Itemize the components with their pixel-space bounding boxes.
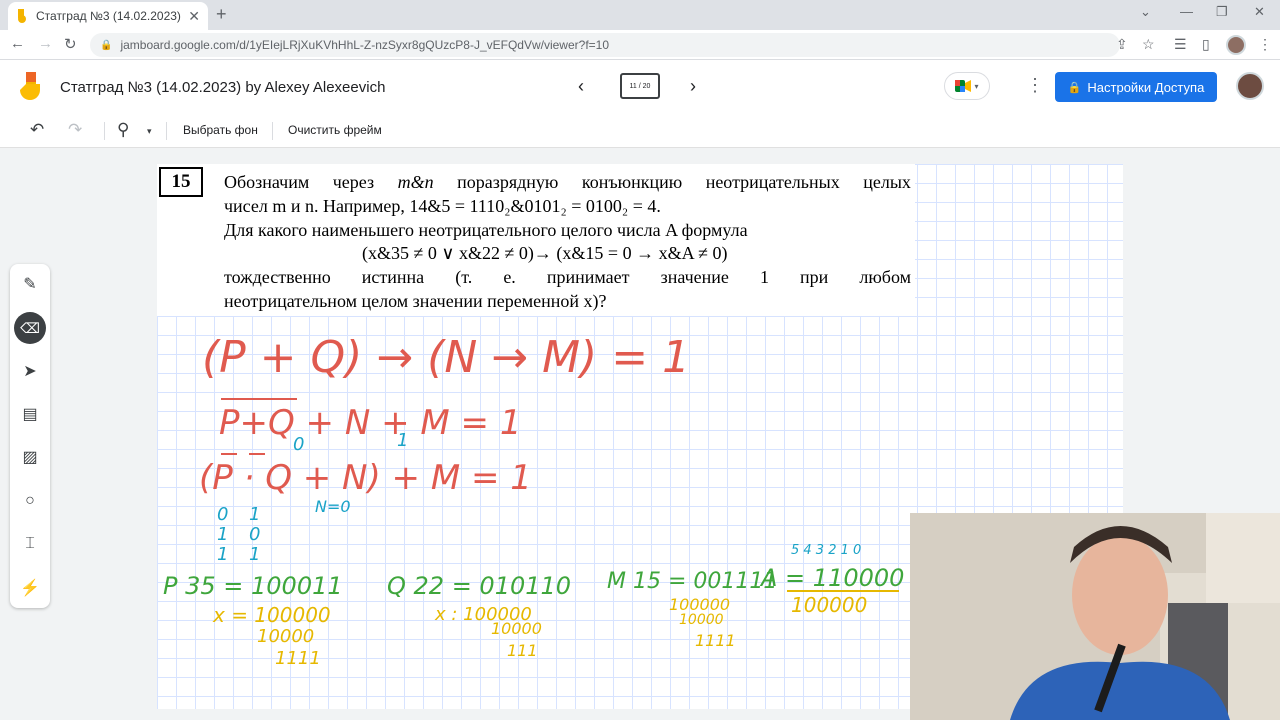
profile-avatar[interactable] [1226, 35, 1246, 55]
ink-col-q-1: 0 [249, 524, 260, 545]
jam-toolbar: ↶ ↷ ⚲ ▾ Выбрать фон Очистить фрейм [0, 114, 1280, 148]
drawing-tools-panel: ✎ ⌫ ➤ ▤ ▨ ○ ⌶ ⚡ [10, 264, 50, 608]
next-frame-icon[interactable]: › [690, 76, 696, 97]
sticky-note-icon[interactable]: ▤ [10, 396, 50, 432]
ink-n-1: 1 [397, 430, 408, 451]
browser-tab-bar: Статград №3 (14.02.2023) by Ale ✕ + ⌄ — … [0, 0, 1280, 30]
ink-m-b: 10000 [679, 612, 724, 628]
ink-col-q-2: 1 [249, 544, 260, 565]
lock-small-icon: 🔒 [1067, 81, 1082, 94]
share-access-label: Настройки Доступа [1087, 79, 1205, 95]
side-panel-icon[interactable]: ▯ [1202, 36, 1210, 53]
jamboard-logo-icon [20, 72, 40, 100]
ink-col-q-0: 1 [249, 504, 260, 525]
ink-col-p-0: 0 [217, 504, 228, 525]
meet-dropdown-icon: ▾ [974, 81, 979, 91]
tab-search-icon[interactable]: ⌄ [1140, 4, 1151, 20]
reading-list-icon[interactable]: ☰ [1174, 36, 1187, 53]
share-page-icon[interactable]: ⇪ [1116, 36, 1128, 53]
account-avatar[interactable] [1236, 72, 1264, 100]
webcam-video [910, 513, 1280, 720]
zoom-dropdown-icon[interactable]: ▾ [147, 126, 152, 137]
meet-button[interactable]: ▾ [944, 72, 990, 100]
zoom-icon[interactable]: ⚲ [117, 120, 129, 140]
toolbar-divider [272, 122, 273, 140]
prev-frame-icon[interactable]: ‹ [578, 76, 584, 97]
toolbar-divider [166, 122, 167, 140]
add-image-icon[interactable]: ▨ [10, 439, 50, 475]
meet-icon [955, 80, 972, 92]
frame-indicator: 11 / 20 [629, 82, 651, 90]
bookmark-star-icon[interactable]: ☆ [1142, 36, 1155, 53]
back-icon[interactable]: ← [10, 35, 25, 52]
new-tab-button[interactable]: + [216, 4, 227, 25]
presenter-video-feed [910, 513, 1280, 720]
url-field[interactable]: 🔒 jamboard.google.com/d/1yEIejLRjXuKVhHh… [90, 33, 1120, 57]
ink-n-equals-0: N=0 [315, 497, 351, 516]
jamboard-favicon-icon [18, 9, 26, 23]
more-options-icon[interactable]: ⋮ [1026, 75, 1044, 96]
text-box-icon[interactable]: ⌶ [10, 526, 50, 562]
frame-selector[interactable]: 11 / 20 [620, 73, 660, 99]
clear-frame-button[interactable]: Очистить фрейм [288, 123, 382, 137]
laser-icon[interactable]: ⚡ [10, 570, 50, 606]
ink-q22: Q 22 = 010110 [387, 572, 571, 600]
ink-x-q2: 10000 [491, 619, 542, 638]
address-bar-row: ← → ↻ 🔒 jamboard.google.com/d/1yEIejLRjX… [0, 30, 1280, 60]
ink-col-p-2: 1 [217, 544, 228, 565]
jam-title[interactable]: Статград №3 (14.02.2023) by Alexey Alexe… [60, 79, 385, 96]
ink-x-p: x = 100000 [212, 603, 331, 627]
ink-a-value: A = 110000 [759, 564, 904, 592]
reload-icon[interactable]: ↻ [64, 35, 77, 53]
tab-title: Статград №3 (14.02.2023) by Ale [36, 9, 182, 23]
ink-p35: P 35 = 100011 [163, 572, 343, 600]
undo-icon[interactable]: ↶ [30, 120, 44, 140]
app-header: Статград №3 (14.02.2023) by Alexey Alexe… [0, 60, 1280, 114]
share-access-button[interactable]: 🔒 Настройки Доступа [1055, 72, 1217, 102]
circle-shape-icon[interactable]: ○ [10, 483, 50, 519]
ink-col-p-1: 1 [217, 524, 228, 545]
lock-icon: 🔒 [100, 39, 113, 51]
toolbar-divider [104, 122, 105, 140]
ink-x-p3: 1111 [275, 648, 321, 669]
redo-icon[interactable]: ↷ [68, 120, 82, 140]
ink-a-line2: 100000 [791, 593, 867, 617]
set-background-button[interactable]: Выбрать фон [183, 123, 258, 137]
ink-m-c: 1111 [695, 631, 736, 650]
ink-x-p2: 10000 [257, 626, 314, 647]
pen-tool-icon[interactable]: ✎ [10, 266, 50, 302]
ink-x-q3: 111 [507, 641, 538, 660]
forward-icon[interactable]: → [38, 35, 53, 52]
ink-formula-1: (P + Q) → (N → M) = 1 [202, 332, 690, 383]
eraser-tool-icon[interactable]: ⌫ [10, 310, 50, 346]
minimize-icon[interactable]: — [1180, 4, 1193, 19]
ink-formula-2: P+Q + N + M = 1 [219, 403, 521, 443]
ink-sub-0: 0 [293, 434, 304, 455]
browser-tab[interactable]: Статград №3 (14.02.2023) by Ale ✕ [8, 2, 208, 30]
ink-m15: M 15 = 001111 [607, 569, 777, 594]
ink-formula-3: (P · Q + N) + M = 1 [199, 458, 532, 498]
browser-menu-icon[interactable]: ⋮ [1258, 36, 1272, 53]
restore-icon[interactable]: ❐ [1216, 4, 1228, 20]
url-text: jamboard.google.com/d/1yEIejLRjXuKVhHhL-… [120, 38, 610, 52]
select-tool-icon[interactable]: ➤ [10, 353, 50, 389]
window-close-icon[interactable]: ✕ [1254, 4, 1265, 20]
ink-bit-indices: 5 4 3 2 1 0 [791, 543, 861, 558]
tab-close-icon[interactable]: ✕ [188, 8, 200, 25]
